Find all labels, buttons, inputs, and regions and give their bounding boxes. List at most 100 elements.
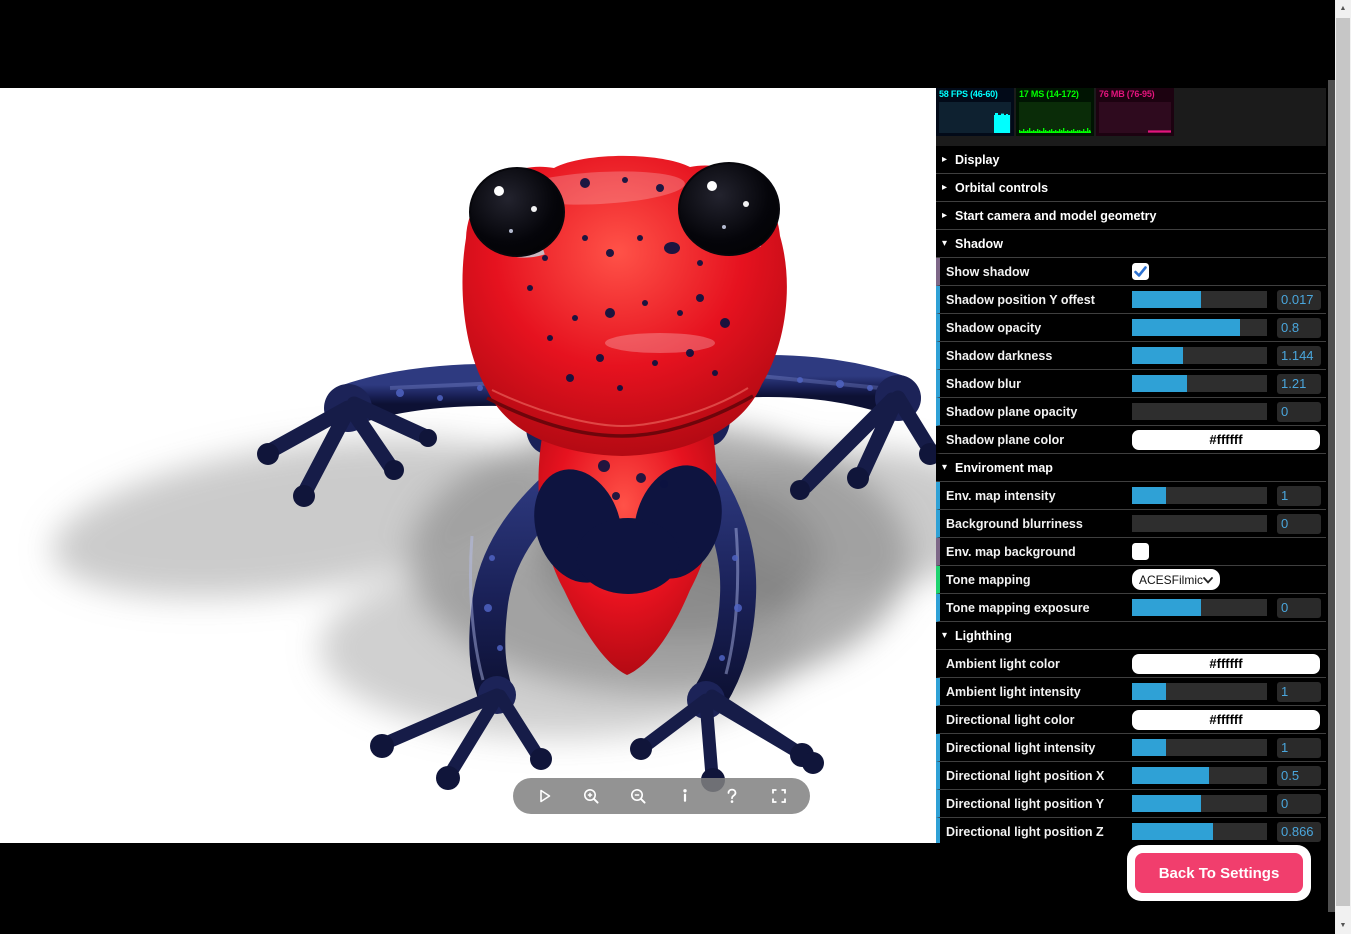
slider-shadow-blur[interactable] — [1132, 375, 1267, 392]
row-label: Directional light position Z — [946, 825, 1132, 839]
slider-fill — [1132, 823, 1213, 840]
page-scrollbar: ▲ ▼ — [1335, 0, 1351, 934]
chevron-down-icon: ▾ — [942, 238, 955, 249]
row-widget: 1.144 — [1132, 346, 1321, 366]
value-directional-light-position-x[interactable]: 0.5 — [1277, 766, 1321, 786]
gui-sections: ▸Display▸Orbital controls▸Start camera a… — [936, 146, 1326, 843]
slider-fill — [1132, 739, 1166, 756]
play-button[interactable] — [524, 781, 564, 811]
row-widget: 0 — [1132, 794, 1321, 814]
section-enviroment-map[interactable]: ▾Enviroment map — [936, 454, 1326, 482]
value-background-blurriness[interactable]: 0 — [1277, 514, 1321, 534]
slider-directional-light-position-x[interactable] — [1132, 767, 1267, 784]
info-button[interactable] — [665, 781, 705, 811]
section-shadow[interactable]: ▾Shadow — [936, 230, 1326, 258]
chevron-down-icon: ▾ — [942, 462, 955, 473]
section-orbital-controls[interactable]: ▸Orbital controls — [936, 174, 1326, 202]
row-label: Shadow plane color — [946, 433, 1132, 447]
gui-panel: 58 FPS (46-60) 17 MS (14-172) 76 MB (76-95… — [936, 88, 1326, 843]
row-label: Directional light position X — [946, 769, 1132, 783]
zoom-out-button[interactable] — [618, 781, 658, 811]
color-shadow-plane-color[interactable]: #ffffff — [1132, 430, 1320, 450]
fullscreen-icon — [769, 786, 789, 806]
checkbox-env-map-background[interactable] — [1132, 543, 1149, 560]
row-shadow-darkness: Shadow darkness 1.144 — [936, 342, 1326, 370]
row-label: Shadow darkness — [946, 349, 1132, 363]
stats-fps-panel[interactable]: 58 FPS (46-60) — [936, 88, 1014, 136]
value-shadow-darkness[interactable]: 1.144 — [1277, 346, 1321, 366]
value-shadow-blur[interactable]: 1.21 — [1277, 374, 1321, 394]
row-widget: 0.866 — [1132, 822, 1321, 842]
color-directional-light-color[interactable]: #ffffff — [1132, 710, 1320, 730]
stats-fps-label: 58 FPS (46-60) — [939, 89, 998, 99]
slider-shadow-position-y-offest[interactable] — [1132, 291, 1267, 308]
row-show-shadow: Show shadow — [936, 258, 1326, 286]
slider-env-map-intensity[interactable] — [1132, 487, 1267, 504]
slider-ambient-light-intensity[interactable] — [1132, 683, 1267, 700]
slider-tone-mapping-exposure[interactable] — [1132, 599, 1267, 616]
stats-ms-panel[interactable]: 17 MS (14-172) — [1016, 88, 1094, 136]
select-tone-mapping[interactable]: ACESFilmic — [1132, 569, 1220, 590]
stats-panel: 58 FPS (46-60) 17 MS (14-172) 76 MB (76-95… — [936, 88, 1326, 146]
row-env-map-intensity: Env. map intensity1 — [936, 482, 1326, 510]
section-label: Enviroment map — [955, 461, 1053, 475]
play-icon — [534, 786, 554, 806]
color-ambient-light-color[interactable]: #ffffff — [1132, 654, 1320, 674]
stats-ms-graph — [1019, 102, 1091, 133]
slider-background-blurriness[interactable] — [1132, 515, 1267, 532]
value-shadow-position-y-offest[interactable]: 0.017 — [1277, 290, 1321, 310]
row-widget — [1132, 263, 1149, 280]
row-label: Directional light color — [946, 713, 1132, 727]
slider-directional-light-position-y[interactable] — [1132, 795, 1267, 812]
slider-fill — [1132, 375, 1187, 392]
section-display[interactable]: ▸Display — [936, 146, 1326, 174]
row-ambient-light-color: Ambient light color#ffffff — [936, 650, 1326, 678]
slider-shadow-opacity[interactable] — [1132, 319, 1267, 336]
help-button[interactable] — [712, 781, 752, 811]
stats-ms-label: 17 MS (14-172) — [1019, 89, 1079, 99]
row-widget: ACESFilmic — [1132, 569, 1220, 590]
value-env-map-intensity[interactable]: 1 — [1277, 486, 1321, 506]
panel-scrollbar[interactable] — [1328, 80, 1335, 912]
help-icon — [722, 786, 742, 806]
slider-shadow-plane-opacity[interactable] — [1132, 403, 1267, 420]
slider-directional-light-position-z[interactable] — [1132, 823, 1267, 840]
row-label: Shadow blur — [946, 377, 1132, 391]
scroll-down-icon[interactable]: ▼ — [1335, 917, 1351, 934]
fullscreen-button[interactable] — [759, 781, 799, 811]
checkbox-show-shadow[interactable] — [1132, 263, 1149, 280]
app-root: 58 FPS (46-60) 17 MS (14-172) 76 MB (76-95… — [0, 0, 1351, 934]
section-label: Display — [955, 153, 999, 167]
section-lighthing[interactable]: ▾Lighthing — [936, 622, 1326, 650]
slider-fill — [1132, 319, 1240, 336]
back-to-settings-button[interactable]: Back To Settings — [1135, 853, 1303, 893]
viewport-canvas[interactable] — [0, 88, 936, 843]
scrollbar-thumb[interactable] — [1336, 18, 1350, 906]
slider-directional-light-intensity[interactable] — [1132, 739, 1267, 756]
slider-shadow-darkness[interactable] — [1132, 347, 1267, 364]
slider-fill — [1132, 487, 1166, 504]
value-tone-mapping-exposure[interactable]: 0 — [1277, 598, 1321, 618]
value-shadow-opacity[interactable]: 0.8 — [1277, 318, 1321, 338]
section-start-camera-and-model-geometry[interactable]: ▸Start camera and model geometry — [936, 202, 1326, 230]
row-label: Directional light intensity — [946, 741, 1132, 755]
value-directional-light-intensity[interactable]: 1 — [1277, 738, 1321, 758]
viewer-toolbar — [513, 778, 810, 814]
row-directional-light-position-y: Directional light position Y0 — [936, 790, 1326, 818]
value-shadow-plane-opacity[interactable]: 0 — [1277, 402, 1321, 422]
value-directional-light-position-z[interactable]: 0.866 — [1277, 822, 1321, 842]
scroll-up-icon[interactable]: ▲ — [1335, 0, 1351, 17]
zoom-in-button[interactable] — [571, 781, 611, 811]
row-tone-mapping: Tone mappingACESFilmic — [936, 566, 1326, 594]
slider-fill — [1132, 683, 1166, 700]
stats-fps-graph — [939, 102, 1011, 133]
row-widget: 1.21 — [1132, 374, 1321, 394]
value-ambient-light-intensity[interactable]: 1 — [1277, 682, 1321, 702]
slider-fill — [1132, 599, 1201, 616]
stats-mb-panel[interactable]: 76 MB (76-95) — [1096, 88, 1174, 136]
back-to-settings-card: Back To Settings — [1127, 845, 1311, 901]
row-widget: 0.8 — [1132, 318, 1321, 338]
zoom-out-icon — [628, 786, 648, 806]
value-directional-light-position-y[interactable]: 0 — [1277, 794, 1321, 814]
row-ambient-light-intensity: Ambient light intensity1 — [936, 678, 1326, 706]
